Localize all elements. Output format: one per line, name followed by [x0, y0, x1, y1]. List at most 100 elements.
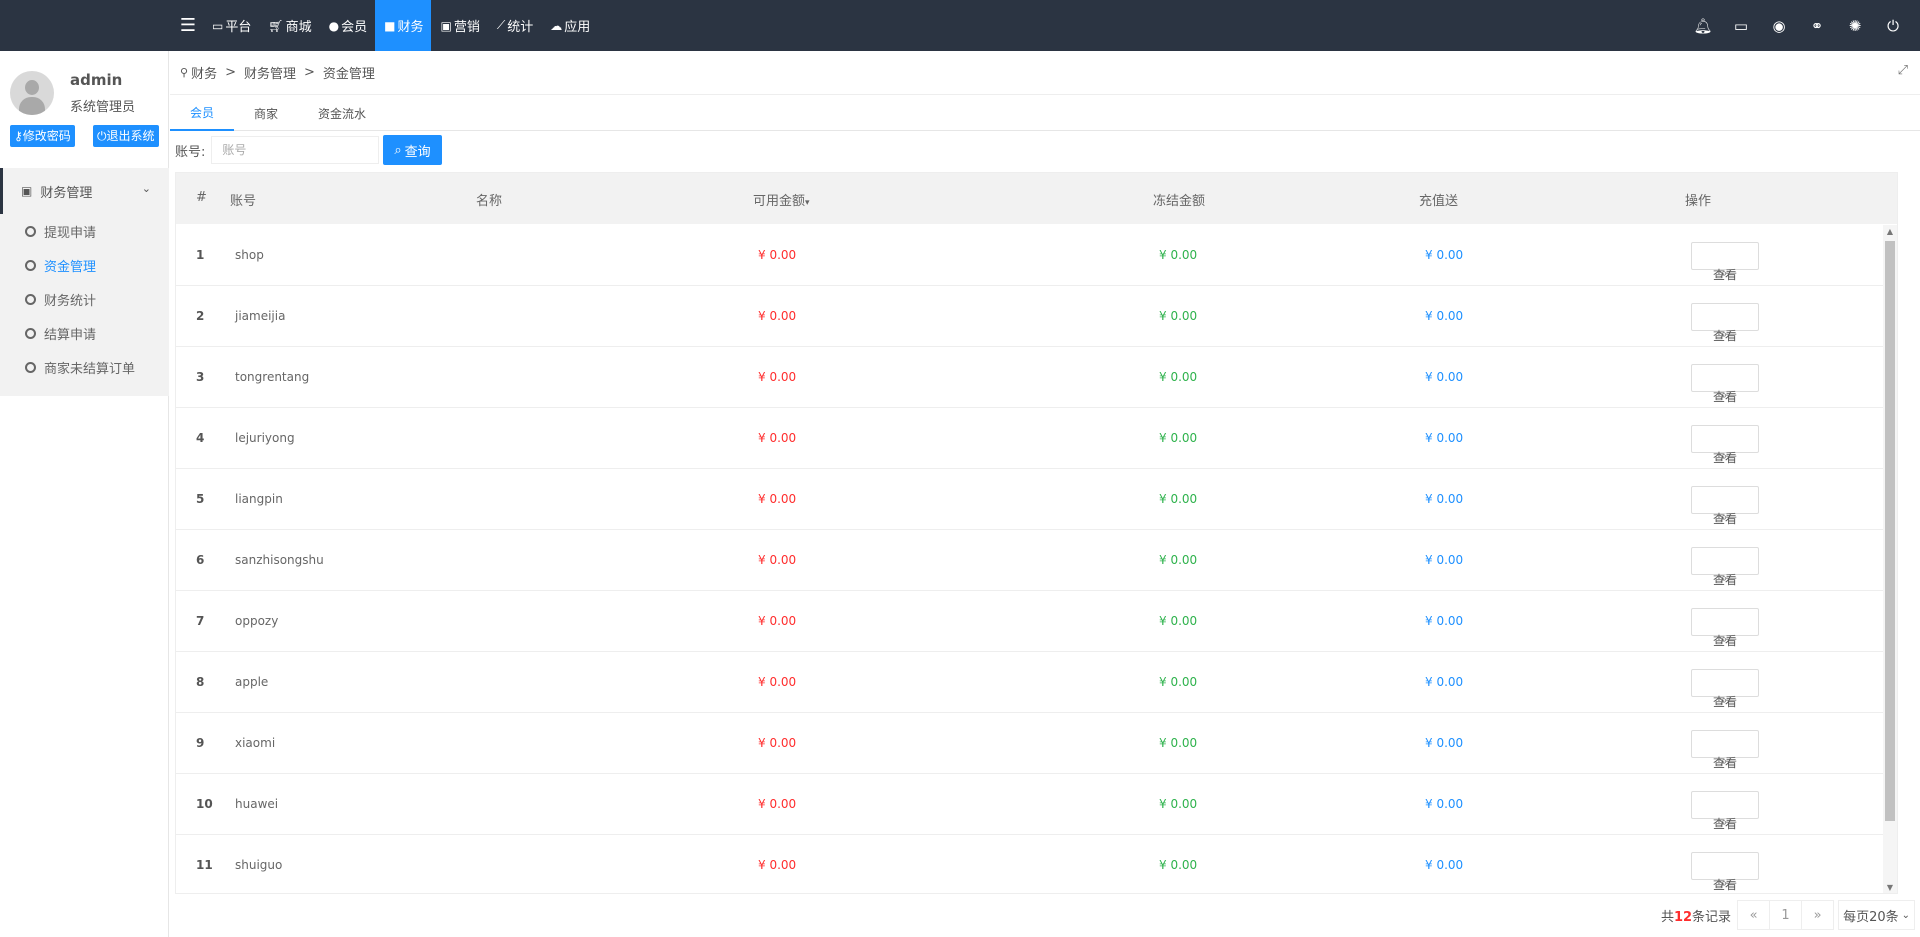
- row-frozen-amount: ¥ 0.00: [1159, 797, 1198, 811]
- view-button-label: 查看: [1712, 512, 1737, 526]
- sidebar-group-finance[interactable]: ▣ 财务管理 ⌄: [0, 168, 169, 214]
- view-button[interactable]: ⌕ 查看: [1691, 730, 1759, 770]
- sidebar-item-label: 财务统计: [44, 293, 97, 309]
- tab-merchants[interactable]: 商家: [234, 95, 298, 131]
- row-available-amount: ¥ 0.00: [758, 675, 797, 689]
- table-row: 10 huawei ¥ 0.00 ¥ 0.00 ¥ 0.00 ⌕ 查看: [176, 774, 1897, 835]
- topnav-label: 商城: [285, 20, 312, 35]
- cloud-icon: ☁: [550, 18, 563, 33]
- row-account: huawei: [235, 797, 279, 811]
- topnav-platform[interactable]: ▭ 平台: [203, 0, 259, 51]
- fullscreen-expand-icon[interactable]: ⤢: [1898, 63, 1908, 78]
- row-account: lejuriyong: [235, 431, 295, 445]
- row-frozen-amount: ¥ 0.00: [1159, 675, 1198, 689]
- key-icon: ⚷: [14, 129, 23, 143]
- breadcrumb-item[interactable]: 财务管理: [244, 63, 296, 82]
- row-number: 1: [196, 248, 205, 262]
- hamburger-menu-icon[interactable]: ☰: [176, 0, 200, 51]
- search-icon: ⌕: [394, 142, 402, 158]
- table-row: 1 shop ¥ 0.00 ¥ 0.00 ¥ 0.00 ⌕ 查看: [176, 225, 1897, 286]
- topnav-marketing[interactable]: ▣ 营销: [431, 0, 487, 51]
- scroll-down-arrow-icon[interactable]: ▼: [1883, 881, 1897, 893]
- account-search-input[interactable]: [211, 136, 380, 164]
- sidebar-item-label: 提现申请: [44, 225, 97, 241]
- chevron-down-icon: ⌄: [141, 182, 151, 195]
- row-account: jiameijia: [235, 309, 286, 323]
- view-button[interactable]: ⌕ 查看: [1691, 486, 1759, 526]
- topnav-apps[interactable]: ☁ 应用: [541, 0, 598, 51]
- next-page-button[interactable]: »: [1801, 900, 1835, 930]
- view-button[interactable]: ⌕ 查看: [1691, 242, 1759, 282]
- tab-bar: 会员 商家 资金流水: [170, 94, 1920, 131]
- view-button[interactable]: ⌕ 查看: [1691, 669, 1759, 709]
- bell-icon[interactable]: 🔔︎: [1684, 17, 1722, 35]
- cart-icon: 🛒︎: [268, 18, 284, 33]
- row-number: 3: [196, 370, 205, 384]
- row-account: oppozy: [235, 614, 279, 628]
- topnav-member[interactable]: ● 会员: [320, 0, 376, 51]
- row-available-amount: ¥ 0.00: [758, 736, 797, 750]
- row-frozen-amount: ¥ 0.00: [1159, 309, 1198, 323]
- tab-fund-flow[interactable]: 资金流水: [298, 95, 386, 131]
- topnav-mall[interactable]: 🛒︎ 商城: [259, 0, 319, 51]
- topnav-finance[interactable]: ■ 财务: [375, 0, 432, 51]
- handshake-icon[interactable]: ⚭: [1798, 17, 1836, 35]
- sidebar-item-unsettled-orders[interactable]: 商家未结算订单: [0, 350, 169, 384]
- circle-icon: [25, 225, 36, 237]
- tab-members[interactable]: 会员: [170, 95, 235, 131]
- view-button-label: 查看: [1712, 756, 1737, 770]
- row-frozen-amount: ¥ 0.00: [1159, 370, 1198, 384]
- view-button[interactable]: ⌕ 查看: [1691, 852, 1759, 892]
- scrollbar-thumb[interactable]: [1885, 241, 1895, 821]
- breadcrumb: ⚲ 财务 > 财务管理 > 资金管理: [180, 51, 375, 93]
- prev-page-button[interactable]: «: [1737, 900, 1771, 930]
- sidebar-item-funds[interactable]: 资金管理: [0, 248, 169, 282]
- page-number-button[interactable]: 1: [1769, 900, 1803, 930]
- power-icon[interactable]: ⏻: [1874, 17, 1912, 35]
- circle-icon: [25, 259, 36, 271]
- view-button[interactable]: ⌕ 查看: [1691, 608, 1759, 648]
- available-header-label: 可用金额: [753, 194, 806, 209]
- per-page-select[interactable]: 每页20条 ⌄: [1838, 900, 1915, 930]
- query-button[interactable]: ⌕ 查询: [383, 135, 442, 165]
- topnav-statistics[interactable]: ⟋ 统计: [488, 0, 541, 51]
- sidebar-item-statistics[interactable]: 财务统计: [0, 282, 169, 316]
- view-button[interactable]: ⌕ 查看: [1691, 364, 1759, 404]
- view-button-label: 查看: [1712, 817, 1737, 831]
- monitor-icon[interactable]: ▭: [1722, 17, 1760, 35]
- sidebar-item-label: 资金管理: [44, 259, 97, 275]
- view-button[interactable]: ⌕ 查看: [1691, 303, 1759, 343]
- row-frozen-amount: ¥ 0.00: [1159, 492, 1198, 506]
- table-header: # 账号 名称 可用金额▾ 冻结金额 充值送 操作: [176, 173, 1897, 224]
- view-button-label: 查看: [1712, 268, 1737, 282]
- view-button-label: 查看: [1712, 634, 1737, 648]
- top-right-tools: 🔔︎ ▭ ◉ ⚭ ✺ ⏻: [1684, 0, 1912, 51]
- row-number: 8: [196, 675, 205, 689]
- row-number: 7: [196, 614, 205, 628]
- chart-icon: ⟋: [496, 18, 506, 32]
- sidebar-item-withdraw[interactable]: 提现申请: [0, 214, 169, 248]
- sidebar: admin 系统管理员 ⚷修改密码 ⏻退出系统 ▣ 财务管理 ⌄ 提现申请 资金…: [0, 51, 169, 937]
- sidebar-item-settlement[interactable]: 结算申请: [0, 316, 169, 350]
- row-frozen-amount: ¥ 0.00: [1159, 553, 1198, 567]
- view-button[interactable]: ⌕ 查看: [1691, 425, 1759, 465]
- map-pin-icon[interactable]: ◉: [1760, 17, 1798, 35]
- change-password-button[interactable]: ⚷修改密码: [10, 125, 75, 147]
- logout-button[interactable]: ⏻退出系统: [93, 125, 159, 147]
- view-button-label: 查看: [1712, 390, 1737, 404]
- view-button[interactable]: ⌕ 查看: [1691, 547, 1759, 587]
- column-header-action: 操作: [1685, 194, 1712, 209]
- breadcrumb-item[interactable]: 财务: [191, 63, 217, 82]
- view-button[interactable]: ⌕ 查看: [1691, 791, 1759, 831]
- scroll-up-arrow-icon[interactable]: ▲: [1883, 225, 1897, 239]
- spinner-icon[interactable]: ✺: [1836, 17, 1874, 35]
- row-account: shuiguo: [235, 858, 283, 872]
- column-header-available[interactable]: 可用金额▾: [753, 190, 810, 209]
- table-scrollbar[interactable]: ▲ ▼: [1883, 225, 1897, 893]
- record-count: 共12条记录: [1661, 906, 1731, 925]
- column-header-account: 账号: [230, 194, 257, 209]
- column-header-gift: 充值送: [1419, 194, 1459, 209]
- row-frozen-amount: ¥ 0.00: [1159, 431, 1198, 445]
- top-navbar: ☰ ▭ 平台 🛒︎ 商城 ● 会员 ■ 财务 ▣ 营销 ⟋ 统计 ☁ 应用 🔔︎ ▭ ◉ ⚭ …: [0, 0, 1920, 51]
- user-profile: admin 系统管理员 ⚷修改密码 ⏻退出系统: [0, 51, 168, 168]
